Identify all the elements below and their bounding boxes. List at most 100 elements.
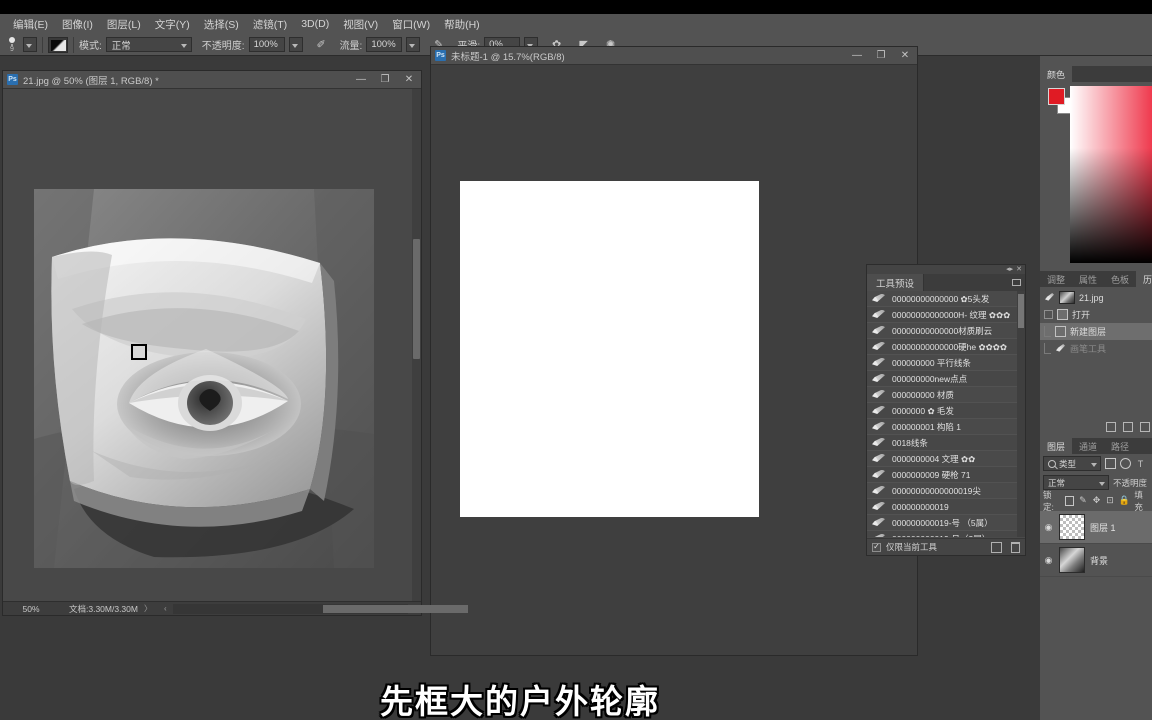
list-item[interactable]: 000000001 构陷 1: [867, 419, 1025, 435]
tool-presets-scrollbar[interactable]: [1017, 291, 1025, 537]
doc1-minimize-button[interactable]: —: [349, 71, 373, 88]
new-snapshot-icon[interactable]: [1106, 422, 1116, 432]
opacity-dropdown[interactable]: [288, 37, 303, 52]
filter-pixel-icon[interactable]: [1105, 458, 1116, 469]
doc1-vertical-scrollbar[interactable]: [412, 89, 421, 601]
list-item[interactable]: 0018线条: [867, 435, 1025, 451]
tool-presets-panel[interactable]: ◂▸ ✕ 工具预设 00000000000000 ✿5头发 0000000000…: [866, 264, 1026, 556]
flow-dropdown[interactable]: [406, 37, 421, 52]
scrollbar-thumb[interactable]: [413, 239, 420, 359]
filter-type-icon[interactable]: T: [1135, 458, 1146, 469]
flow-input[interactable]: 100%: [366, 37, 403, 52]
list-item[interactable]: 000000000 材质: [867, 387, 1025, 403]
visibility-eye-icon[interactable]: ◉: [1043, 522, 1054, 533]
list-item[interactable]: 0000000009 硬枪 71: [867, 467, 1025, 483]
history-panel[interactable]: 调整 属性 色板 历史 21.jpg 打开: [1040, 271, 1152, 434]
foreground-color-swatch[interactable]: [1048, 88, 1065, 105]
doc1-maximize-button[interactable]: ❐: [373, 71, 397, 88]
history-snapshot-row[interactable]: 21.jpg: [1040, 289, 1152, 306]
lock-artboard-icon[interactable]: ⊡: [1106, 495, 1115, 506]
color-ramp[interactable]: [1070, 86, 1152, 263]
tab-adjustments[interactable]: 调整: [1040, 271, 1073, 287]
list-item[interactable]: 000000000019-号 （5属）: [867, 515, 1025, 531]
menu-type[interactable]: 文字(Y): [148, 15, 197, 34]
tab-layers[interactable]: 图层: [1040, 438, 1073, 454]
doc1-close-button[interactable]: ✕: [397, 71, 421, 88]
layer-filter-select[interactable]: 类型: [1043, 456, 1101, 471]
history-state-row[interactable]: 画笔工具: [1040, 340, 1152, 357]
list-item[interactable]: 0000000 ✿ 毛发: [867, 403, 1025, 419]
tool-presets-grip[interactable]: ◂▸ ✕: [867, 265, 1025, 274]
blend-mode-select[interactable]: 正常: [1043, 475, 1109, 490]
doc2-maximize-button[interactable]: ❐: [869, 47, 893, 64]
mode-select[interactable]: 正常: [105, 37, 192, 52]
tool-presets-list[interactable]: 00000000000000 ✿5头发 00000000000000H- 纹理 …: [867, 291, 1025, 537]
zoom-level[interactable]: 50%: [3, 604, 59, 614]
list-item[interactable]: 00000000000000 ✿5头发: [867, 291, 1025, 307]
menu-image[interactable]: 图像(I): [55, 15, 100, 34]
menu-layer[interactable]: 图层(L): [100, 15, 148, 34]
menu-edit[interactable]: 编辑(E): [6, 15, 55, 34]
table-row[interactable]: ◉ 图层 1: [1040, 511, 1152, 544]
brush-preview-picker[interactable]: [43, 34, 73, 56]
document-window-untitled[interactable]: Ps 未标题-1 @ 15.7%(RGB/8) — ❐ ✕: [430, 46, 918, 656]
close-icon[interactable]: ✕: [1016, 266, 1022, 274]
table-row[interactable]: ◉ 背景: [1040, 544, 1152, 577]
canvas-photo-eye-sculpture[interactable]: [34, 189, 374, 568]
lock-transparency-icon[interactable]: [1064, 495, 1074, 506]
collapse-icon[interactable]: ◂▸: [1006, 266, 1013, 274]
tab-tool-presets[interactable]: 工具预设: [867, 274, 925, 291]
tab-history[interactable]: 历史: [1136, 271, 1152, 287]
lock-image-icon[interactable]: ✎: [1079, 495, 1088, 506]
opacity-input[interactable]: 100%: [248, 37, 285, 52]
menu-3d[interactable]: 3D(D): [294, 16, 336, 32]
list-item[interactable]: 000000000019-号（3属）: [867, 531, 1025, 537]
lock-all-icon[interactable]: 🔒: [1119, 495, 1130, 506]
menu-help[interactable]: 帮助(H): [437, 15, 487, 34]
hscroll-left-arrow[interactable]: ‹: [158, 604, 173, 613]
visibility-eye-icon[interactable]: ◉: [1043, 555, 1054, 566]
history-state-row[interactable]: 新建图层: [1040, 323, 1152, 340]
tab-channels[interactable]: 通道: [1072, 438, 1105, 454]
list-item[interactable]: 00000000000000H- 纹理 ✿✿✿: [867, 307, 1025, 323]
opacity-pressure-toggle[interactable]: ✐: [308, 34, 335, 56]
doc1-titlebar[interactable]: Ps 21.jpg @ 50% (图层 1, RGB/8) * — ❐ ✕: [3, 71, 421, 89]
document-window-21jpg[interactable]: Ps 21.jpg @ 50% (图层 1, RGB/8) * — ❐ ✕ 50…: [2, 70, 468, 616]
menu-view[interactable]: 视图(V): [336, 15, 385, 34]
doc2-white-canvas[interactable]: [460, 181, 759, 517]
list-item[interactable]: 000000000 平行线条: [867, 355, 1025, 371]
doc2-minimize-button[interactable]: —: [845, 47, 869, 64]
panel-menu-icon[interactable]: [1007, 274, 1025, 291]
brush-preset-dropdown[interactable]: [23, 37, 37, 52]
doc1-horizontal-scrollbar[interactable]: [172, 603, 468, 614]
tab-color[interactable]: 颜色: [1040, 66, 1073, 82]
menu-window[interactable]: 窗口(W): [385, 15, 437, 34]
history-state-row[interactable]: 打开: [1040, 306, 1152, 323]
tab-paths[interactable]: 路径: [1104, 438, 1137, 454]
new-preset-icon[interactable]: [991, 541, 1002, 553]
scrollbar-thumb[interactable]: [322, 604, 468, 613]
doc2-canvas-area[interactable]: [431, 65, 917, 655]
layers-panel[interactable]: 图层 通道 路径 类型 T 正常 不透明度 锁定: ✎ ✥ ⊡ 🔒 填充 ◉ 图…: [1040, 438, 1152, 720]
list-item[interactable]: 000000000019: [867, 499, 1025, 515]
delete-preset-icon[interactable]: [1011, 541, 1020, 553]
list-item[interactable]: 0000000004 文理 ✿✿: [867, 451, 1025, 467]
doc1-canvas-area[interactable]: [3, 89, 421, 601]
doc2-titlebar[interactable]: Ps 未标题-1 @ 15.7%(RGB/8) — ❐ ✕: [431, 47, 917, 65]
scrollbar-thumb[interactable]: [1018, 294, 1024, 328]
status-expand-arrow[interactable]: 〉: [138, 603, 158, 614]
color-panel[interactable]: 颜色: [1040, 66, 1152, 271]
new-document-icon[interactable]: [1123, 422, 1133, 432]
list-item[interactable]: 00000000000000材质刷云: [867, 323, 1025, 339]
current-tool-only-checkbox[interactable]: ✓: [872, 542, 881, 552]
history-state-list[interactable]: 21.jpg 打开 新建图层 画笔工具: [1040, 287, 1152, 357]
menu-select[interactable]: 选择(S): [197, 15, 246, 34]
filter-adjustment-icon[interactable]: [1120, 458, 1131, 469]
lock-position-icon[interactable]: ✥: [1092, 495, 1101, 506]
delete-state-icon[interactable]: [1140, 422, 1150, 432]
tab-swatches[interactable]: 色板: [1104, 271, 1137, 287]
layer-thumbnail[interactable]: [1059, 547, 1085, 573]
list-item[interactable]: 00000000000000019尖: [867, 483, 1025, 499]
list-item[interactable]: 00000000000000硬he ✿✿✿✿: [867, 339, 1025, 355]
list-item[interactable]: 000000000new点点: [867, 371, 1025, 387]
